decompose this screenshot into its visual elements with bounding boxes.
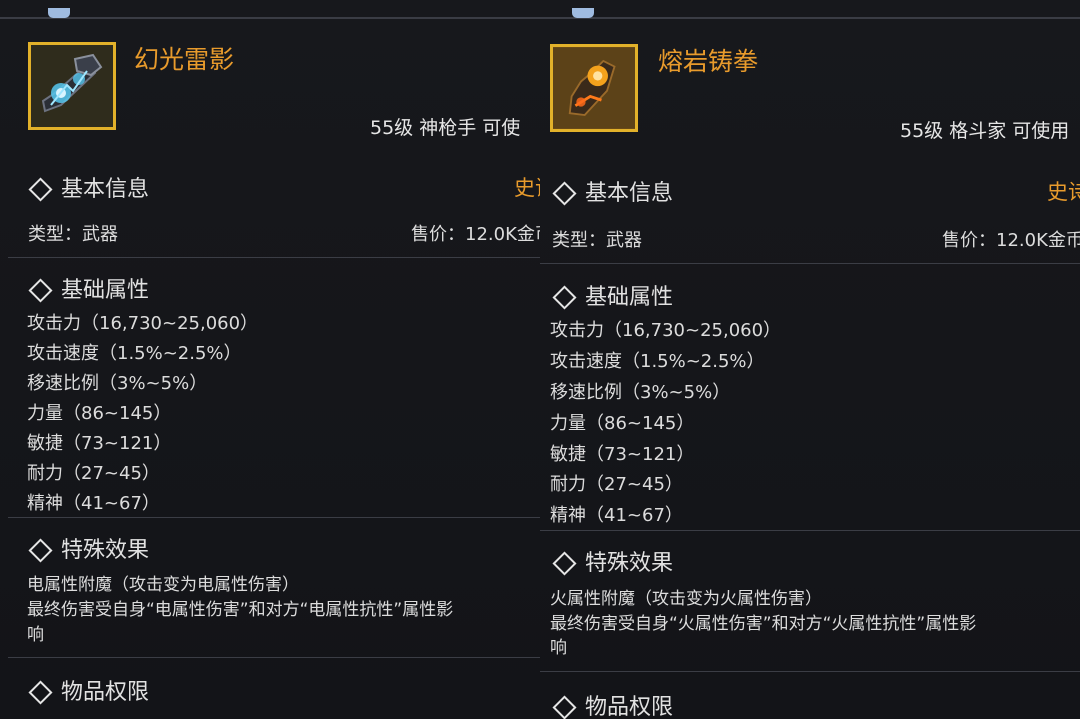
section-title: 基础属性 xyxy=(585,285,674,310)
stat-attack-speed: 攻击速度（1.5%~2.5%） xyxy=(27,343,242,364)
rarity-label: 史诗 xyxy=(514,176,540,200)
effect-line: 电属性附魔（攻击变为电属性伤害） xyxy=(27,575,299,595)
effect-line: 最终伤害受自身“电属性伤害”和对方“电属性抗性”属性影 xyxy=(27,600,454,620)
item-type: 类型：武器 xyxy=(552,230,642,251)
section-title: 基本信息 xyxy=(585,181,674,206)
level-class-requirement: 55级 神枪手 可使 xyxy=(370,117,521,139)
section-item-permissions: 物品权限 xyxy=(552,689,673,719)
section-basic-info: 基本信息 xyxy=(552,175,673,207)
effect-line: 火属性附魔（攻击变为火属性伤害） xyxy=(550,589,822,609)
sell-price: 售价：12.0K金币 xyxy=(411,224,540,245)
stat-spirit: 精神（41~67） xyxy=(27,493,160,514)
stat-agility: 敏捷（73~121） xyxy=(27,433,172,454)
section-item-permissions: 物品权限 xyxy=(28,674,149,706)
panel-top-border xyxy=(540,17,1080,19)
stat-move-speed: 移速比例（3%~5%） xyxy=(27,373,208,394)
section-title: 基础属性 xyxy=(61,278,150,303)
diamond-bullet-icon xyxy=(28,176,53,202)
diamond-bullet-icon xyxy=(28,537,53,563)
rarity-label: 史诗 xyxy=(1047,180,1080,204)
section-base-attributes: 基础属性 xyxy=(28,272,149,304)
section-divider xyxy=(540,671,1080,672)
stat-stamina: 耐力（27~45） xyxy=(27,463,160,484)
sell-price: 售价：12.0K金币 xyxy=(942,230,1080,251)
section-divider xyxy=(8,257,540,258)
section-basic-info: 基本信息 xyxy=(28,171,149,203)
stat-agility: 敏捷（73~121） xyxy=(550,444,695,465)
electric-gauntlet-icon[interactable] xyxy=(28,42,116,130)
lava-fist-icon[interactable] xyxy=(550,44,638,132)
section-divider xyxy=(8,657,540,658)
section-title: 基本信息 xyxy=(61,177,150,202)
diamond-bullet-icon xyxy=(552,694,577,719)
diamond-bullet-icon xyxy=(552,550,577,576)
section-divider xyxy=(8,517,540,518)
panel-tab-marker xyxy=(48,8,70,18)
panel-tab-marker xyxy=(572,8,594,18)
item-tooltip-left: 幻光雷影 55级 神枪手 可使 基本信息 史诗 类型：武器 售价：12.0K金币… xyxy=(0,0,540,719)
panel-top-border xyxy=(0,17,540,19)
section-title: 物品权限 xyxy=(585,695,674,719)
section-special-effects: 特殊效果 xyxy=(552,545,673,577)
item-type: 类型：武器 xyxy=(28,224,118,245)
item-name: 幻光雷影 xyxy=(134,45,235,74)
section-title: 特殊效果 xyxy=(585,551,674,576)
stat-stamina: 耐力（27~45） xyxy=(550,474,683,495)
stat-spirit: 精神（41~67） xyxy=(550,505,683,526)
effect-line: 最终伤害受自身“火属性伤害”和对方“火属性抗性”属性影 xyxy=(550,614,977,634)
section-title: 物品权限 xyxy=(61,680,150,705)
section-base-attributes: 基础属性 xyxy=(552,279,673,311)
diamond-bullet-icon xyxy=(28,277,53,303)
diamond-bullet-icon xyxy=(552,284,577,310)
level-class-requirement: 55级 格斗家 可使用 xyxy=(900,120,1070,142)
stat-attack: 攻击力（16,730~25,060） xyxy=(27,313,259,334)
section-special-effects: 特殊效果 xyxy=(28,532,149,564)
diamond-bullet-icon xyxy=(28,679,53,705)
section-title: 特殊效果 xyxy=(61,538,150,563)
item-tooltip-right: 熔岩铸拳 55级 格斗家 可使用 基本信息 史诗 类型：武器 售价：12.0K金… xyxy=(540,0,1080,719)
stat-strength: 力量（86~145） xyxy=(27,403,172,424)
stat-strength: 力量（86~145） xyxy=(550,413,695,434)
section-divider xyxy=(540,530,1080,531)
section-divider xyxy=(540,263,1080,264)
effect-line: 响 xyxy=(27,625,44,645)
item-name: 熔岩铸拳 xyxy=(658,47,759,76)
stat-move-speed: 移速比例（3%~5%） xyxy=(550,382,731,403)
stat-attack: 攻击力（16,730~25,060） xyxy=(550,320,782,341)
diamond-bullet-icon xyxy=(552,180,577,206)
stat-attack-speed: 攻击速度（1.5%~2.5%） xyxy=(550,351,765,372)
effect-line: 响 xyxy=(550,638,567,658)
